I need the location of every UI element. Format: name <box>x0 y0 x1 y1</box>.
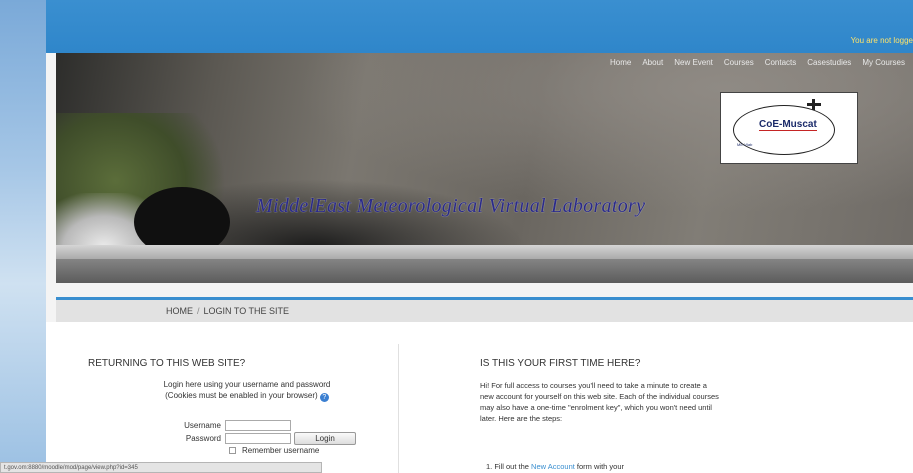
main-content: RETURNING TO THIS WEB SITE? Login here u… <box>46 322 913 473</box>
login-status: You are not logge <box>850 36 913 45</box>
signup-step-1: 1. Fill out the New Account form with yo… <box>486 462 624 471</box>
top-bar: You are not logge <box>46 0 913 53</box>
password-label: Password <box>185 434 221 443</box>
nav-courses[interactable]: Courses <box>724 58 754 67</box>
breadcrumb-separator: / <box>197 306 200 316</box>
logo-name: CoE-Muscat <box>759 119 817 131</box>
breadcrumb-current: LOGIN TO THE SITE <box>203 306 290 316</box>
step-suffix: form with your <box>576 462 625 471</box>
logo-sub: ME-Vlab <box>737 142 753 147</box>
browser-status-url: t.gov.om:8880/moodle/mod/page/view.php?i… <box>0 462 322 473</box>
nav-new-event[interactable]: New Event <box>674 58 713 67</box>
coe-muscat-logo: CoE-Muscat ME-Vlab <box>720 92 858 164</box>
help-icon[interactable]: ? <box>319 393 329 402</box>
satellite-panel-icon <box>812 99 815 110</box>
remember-checkbox[interactable] <box>229 447 236 454</box>
column-divider <box>398 344 399 473</box>
breadcrumb: HOME / LOGIN TO THE SITE <box>166 306 289 316</box>
username-input[interactable] <box>225 420 291 431</box>
nav-casestudies[interactable]: Casestudies <box>807 58 851 67</box>
signup-intro: Hi! For full access to courses you'll ne… <box>480 381 719 423</box>
main-nav: Home About New Event Courses Contacts Ca… <box>610 58 905 67</box>
breadcrumb-bar: HOME / LOGIN TO THE SITE <box>56 297 913 322</box>
nav-my-courses[interactable]: My Courses <box>862 58 905 67</box>
site-title: MiddelEast Meteorological Virtual Labora… <box>256 195 646 217</box>
breadcrumb-home[interactable]: HOME <box>166 306 193 316</box>
signup-heading: IS THIS YOUR FIRST TIME HERE? <box>480 358 641 369</box>
password-input[interactable] <box>225 433 291 444</box>
browser-page: You are not logge Home About New Event C… <box>46 0 913 473</box>
step-prefix: 1. Fill out the <box>486 462 529 471</box>
remember-label: Remember username <box>242 446 320 455</box>
login-desc-line2: (Cookies must be enabled in your browser… <box>165 391 318 400</box>
nav-about[interactable]: About <box>642 58 663 67</box>
login-button[interactable]: Login <box>294 432 356 445</box>
login-desc-line1: Login here using your username and passw… <box>163 380 331 389</box>
new-account-link[interactable]: New Account <box>531 462 575 471</box>
login-heading: RETURNING TO THIS WEB SITE? <box>88 358 246 369</box>
banner-band-light <box>56 245 913 259</box>
login-description: Login here using your username and passw… <box>132 379 362 402</box>
nav-home[interactable]: Home <box>610 58 631 67</box>
banner-band-dark <box>56 259 913 283</box>
nav-contacts[interactable]: Contacts <box>765 58 797 67</box>
username-label: Username <box>184 421 221 430</box>
